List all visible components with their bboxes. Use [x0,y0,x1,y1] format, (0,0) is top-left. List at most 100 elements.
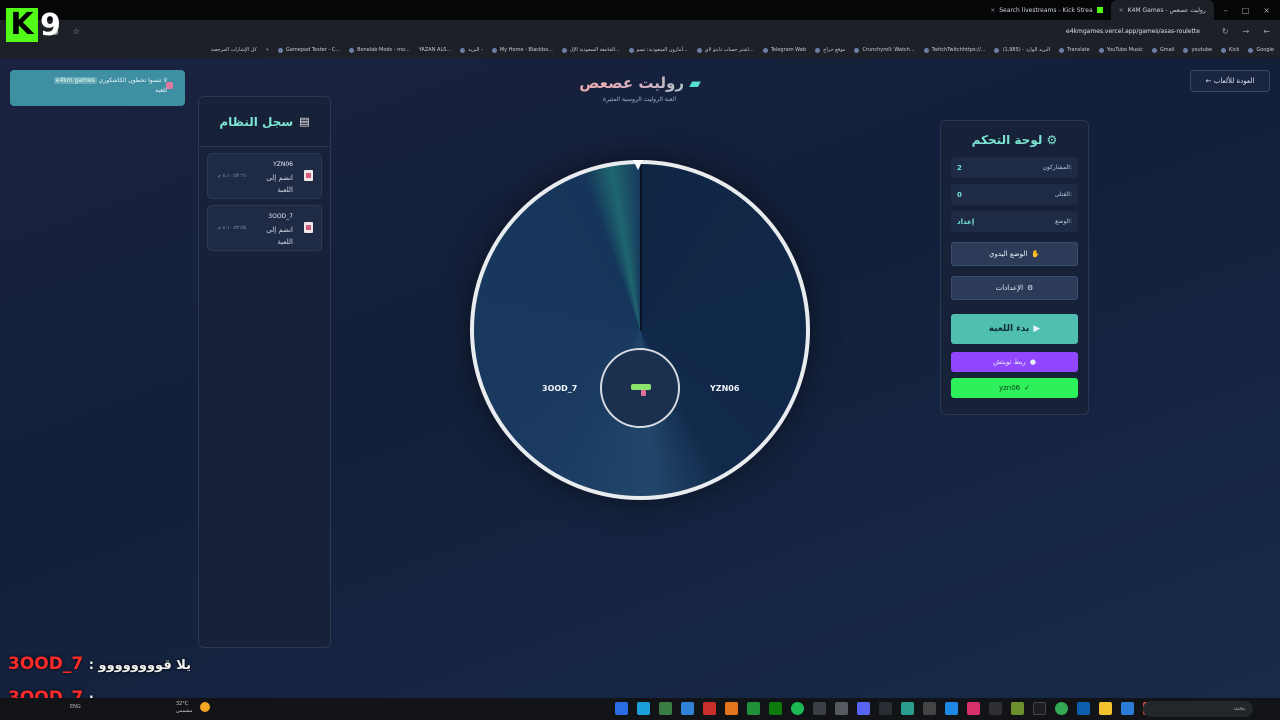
maximize-icon[interactable]: □ [1242,6,1250,15]
bookmark-item[interactable]: Bonelab Mods - mo... [349,47,410,53]
reload-icon[interactable]: ↻ [1222,27,1229,36]
kick-logo-icon: K [6,8,38,42]
bookmark-item[interactable]: Kick [1221,47,1239,53]
translate-icon [1059,47,1065,53]
tab-title: Search livestreams - Kick Strea [999,6,1093,14]
roulette-wheel[interactable] [470,160,810,500]
bookmark-item[interactable]: أمازون السعودية: تسو... [628,47,688,53]
bookmark-item[interactable]: Crunchyroll: Watch... [854,47,915,53]
browser-tab-bar: × Search livestreams - Kick Strea × K4M … [0,0,1280,20]
app-icon[interactable] [967,702,980,715]
gun-icon [631,384,651,396]
app-icon[interactable] [681,702,694,715]
close-tab-icon[interactable]: × [1119,7,1124,14]
stat-value: 0 [957,190,962,199]
gear-icon: ⚙ [1027,284,1034,292]
taskbar-apps [615,702,1178,715]
spotify-icon[interactable] [791,702,804,715]
clipboard-icon: ▤ [299,115,310,128]
app-icon[interactable] [1033,702,1046,715]
discord-icon[interactable] [857,702,870,715]
bookmark-item[interactable]: موقع حراج [815,47,845,53]
forward-icon[interactable]: → [1243,27,1250,36]
bookmark-item[interactable]: My Home - Blackbo... [491,47,553,53]
bookmark-item[interactable]: Google [1248,47,1274,53]
language-indicator[interactable]: ENG [70,704,81,710]
bookmark-item[interactable]: Gmail [1151,47,1174,53]
taskbar-search-input[interactable]: بحث [1143,701,1253,717]
chat-text: يلا قوووووووو [98,658,191,673]
bookmark-item[interactable]: TwitchTwitchhttps://... [923,47,985,53]
chevron-double-icon: » [265,47,269,53]
page-title: روليت عصعص ▰ [540,74,740,92]
bookmark-item[interactable]: البريد الوارد - (1,985) [994,47,1050,53]
bookmark-item[interactable]: youtube [1183,47,1212,53]
logo-number: 9 [40,7,61,43]
app-icon[interactable] [945,702,958,715]
tab-k4m-games[interactable]: × K4M Games - روليت عصعص [1110,0,1214,20]
app-icon[interactable] [989,702,1002,715]
stat-status: إعداد الوضع: [951,211,1078,232]
window-controls: – □ × [1214,6,1280,15]
app-icon[interactable] [901,702,914,715]
app-icon[interactable] [1011,702,1024,715]
tab-title: K4M Games - روليت عصعص [1127,6,1206,14]
bookmark-item[interactable]: Gamepad Tester - C... [277,47,340,53]
edge-icon[interactable] [1121,702,1134,715]
wheel-segment-label: YZN06 [710,384,740,393]
folder-icon[interactable] [1099,702,1112,715]
notice-banner: لا تنسوا تحطون الكاشكوري e4km games للعب… [10,70,185,106]
bookmarks-overflow[interactable]: » [266,47,269,53]
xbox-icon[interactable] [769,702,782,715]
bookmark-item[interactable]: Telegram Web [762,47,806,53]
url-field[interactable]: e4kmgames.vercel.app/games/asas-roulette [1066,28,1200,35]
app-icon[interactable] [637,702,650,715]
app-icon[interactable] [1077,702,1090,715]
weather-widget[interactable]: 32°C مشمس [176,701,192,715]
back-to-games-button[interactable]: ← العودة للألعاب [1190,70,1270,92]
bookmark-item[interactable]: البريد - [460,47,483,53]
stream-logo: K 9 [6,6,76,44]
bookmark-item[interactable]: YAZAN ALS... [419,47,451,53]
all-bookmarks[interactable]: كل الإشارات المرجعية [211,47,257,53]
bookmark-item[interactable]: الجامعة السعودية الإل... [561,47,620,53]
bookmark-item[interactable]: Translate [1059,47,1090,53]
close-tab-icon[interactable]: × [990,7,995,14]
minimize-icon[interactable]: – [1224,6,1228,15]
app-icon[interactable] [813,702,826,715]
log-entry: 3OOD_7 انضم إلى اللعبة ٤:١٠:٥٢:٥٤ م [207,205,322,251]
app-icon[interactable] [835,702,848,715]
mail-icon [994,47,1000,53]
start-game-button[interactable]: بدء اللعبة ▶ [951,314,1078,344]
app-icon[interactable] [725,702,738,715]
app-icon[interactable] [659,702,672,715]
app-icon[interactable] [703,702,716,715]
log-message: انضم إلى اللعبة [266,174,293,194]
bookmark-item[interactable]: YouTube Music [1098,47,1143,53]
chrome-icon[interactable] [1055,702,1068,715]
close-window-icon[interactable]: × [1263,6,1270,15]
stat-value: 2 [957,163,962,172]
tab-kick-search[interactable]: × Search livestreams - Kick Strea [982,0,1110,20]
youtube-icon [1183,47,1189,53]
manual-mode-button[interactable]: الوضع اليدوي ✋ [951,242,1078,266]
settings-button[interactable]: الإعدادات ⚙ [951,276,1078,300]
wheel-hub[interactable] [600,348,680,428]
app-icon[interactable] [747,702,760,715]
bonelab-icon [349,47,355,53]
blackboard-icon [491,47,497,53]
connect-twitch-button[interactable]: ربط تويتش ● [951,352,1078,372]
bookmark-item[interactable]: اشتر حساب دايتو لاي... [696,47,754,53]
stream-chat-message: 3OOD_7 : يلا قوووووووو [8,654,191,674]
app-icon[interactable] [923,702,936,715]
twitch-icon [923,47,929,53]
back-icon[interactable]: ← [1263,27,1270,36]
kick-channel-button[interactable]: yzn06 ✓ [951,378,1078,398]
nav-buttons: ↻ → ← [1222,27,1270,36]
log-user: YZN06 [273,161,293,168]
app-icon[interactable] [879,702,892,715]
log-user: 3OOD_7 [268,213,293,220]
crunchyroll-icon [854,47,860,53]
play-icon: ▶ [1033,324,1041,334]
app-icon[interactable] [615,702,628,715]
